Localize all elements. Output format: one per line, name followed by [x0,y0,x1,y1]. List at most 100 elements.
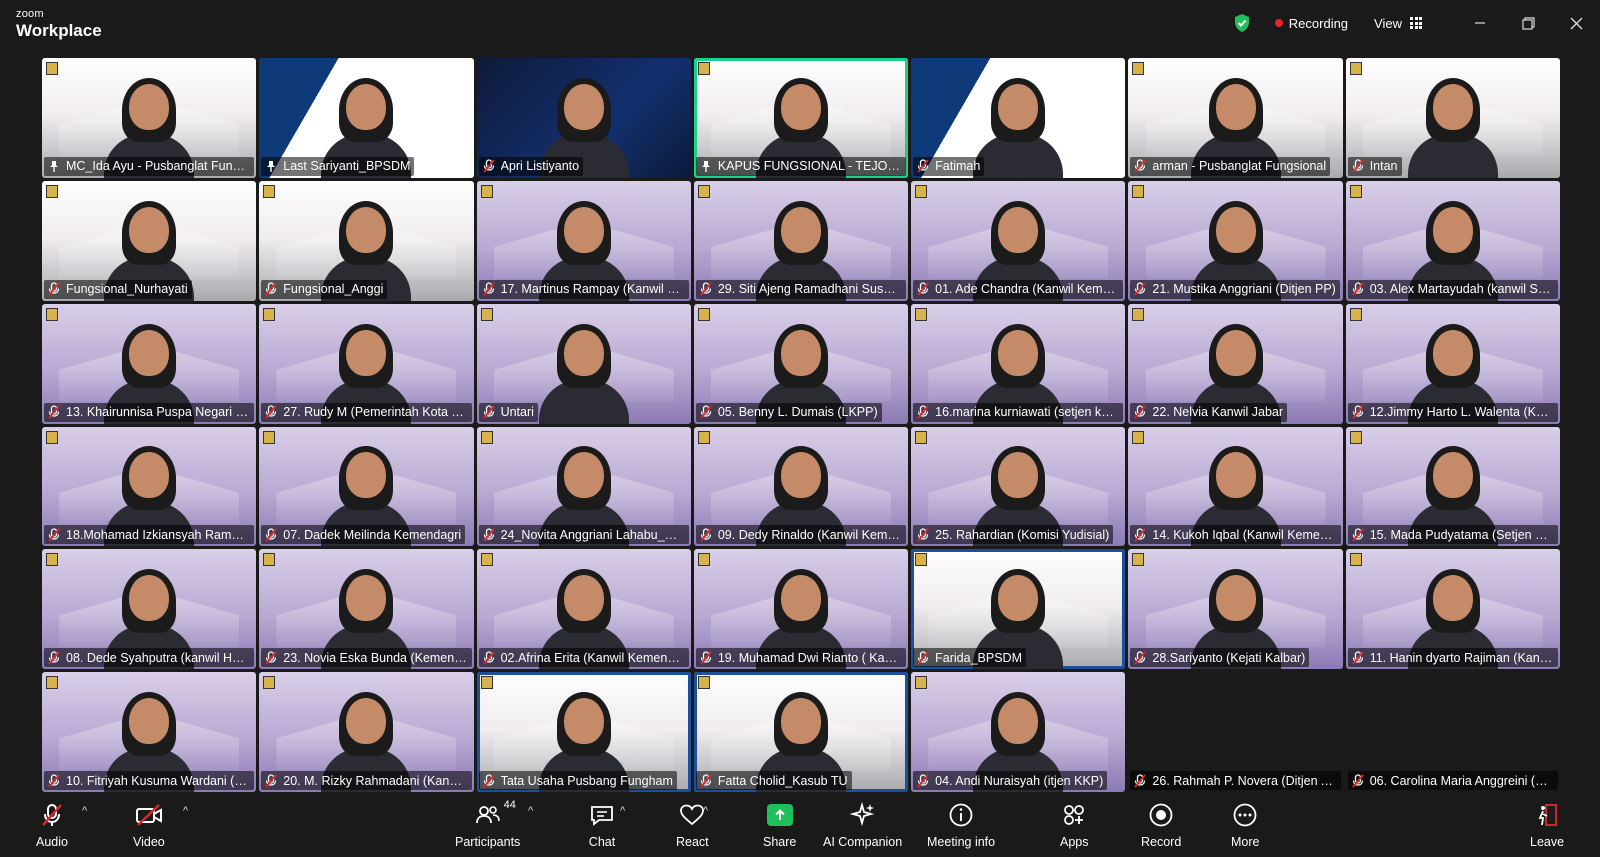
bpsdm-logo [46,307,58,321]
video-button[interactable]: Video [133,801,165,855]
participant-tile[interactable]: KAPUS FUNGSIONAL - TEJO HARWANTO [693,58,909,178]
participant-tile[interactable]: 22. Nelvia Kanwil Jabar [1128,303,1343,424]
participant-tile[interactable]: 14. Kukoh Iqbal (Kanwil Kemenkumham) [1128,426,1343,547]
bpsdm-logo [1132,307,1145,321]
participant-tile[interactable]: 03. Alex Martayudah (kanwil Sumsel) [1345,180,1560,301]
mic-muted-icon [1352,282,1364,296]
participant-tile[interactable]: 07. Dadek Meilinda Kemendagri [259,426,474,547]
participant-tile[interactable]: Fungsional_Nurhayati [42,180,257,301]
participant-tile[interactable]: 12.Jimmy Harto L. Walenta (Kanwil) [1345,303,1560,424]
participant-tile[interactable]: 26. Rahmah P. Novera (Ditjen AHU) [1128,672,1343,792]
bpsdm-logo [697,553,710,567]
bpsdm-logo [915,430,928,444]
participant-tile[interactable]: 17. Martinus Rampay (Kanwil Kemenkumham) [476,180,691,301]
bpsdm-logo [1349,184,1362,198]
close-icon[interactable] [1552,0,1600,46]
participant-tile[interactable]: 20. M. Rizky Rahmadani (Kanwil) [259,672,474,792]
ai-companion-button[interactable]: AI Companion [823,801,902,855]
shield-check-icon[interactable] [1231,12,1253,34]
bpsdm-logo [697,184,710,198]
mic-muted-icon [1134,773,1147,788]
mic-muted-icon [48,651,60,665]
bpsdm-logo [480,553,493,567]
chat-options-caret-icon[interactable]: ^ [620,805,625,817]
participant-tile[interactable]: 13. Khairunnisa Puspa Negari (Kemenkumha… [42,303,257,424]
recording-label: Recording [1288,15,1349,31]
bpsdm-logo [263,676,276,690]
audio-label: Audio [36,835,68,849]
audio-options-caret-icon[interactable]: ^ [82,805,87,817]
participant-tile[interactable]: 08. Dede Syahputra (kanwil Hukum) [42,549,257,670]
bpsdm-logo [480,676,493,690]
participant-tile[interactable]: Last Sariyanti_BPSDM [259,58,474,178]
mic-muted-icon [1352,651,1364,665]
participant-tile[interactable]: Fungsional_Anggi [259,180,474,301]
participant-tile[interactable]: Tata Usaha Pusbang Fungham [476,672,691,792]
participant-tile[interactable]: Untari [476,303,691,424]
participant-name: 02.Afrina Erita (Kanwil KemenKumham) [500,650,685,665]
view-label: View [1374,15,1402,31]
participant-tile[interactable]: 15. Mada Pudyatama (Setjen Kemenkumham) [1345,426,1560,547]
participants-button[interactable]: 44 Participants [455,799,520,855]
react-options-caret-icon[interactable]: ^ [703,805,708,817]
participant-tile[interactable]: 19. Muhamad Dwi Rianto ( Kanwil) [693,549,909,670]
participant-tile[interactable]: 25. Rahardian (Komisi Yudisial) [911,426,1126,547]
share-button[interactable]: Share [763,801,796,855]
participant-tile[interactable]: 29. Siti Ajeng Ramadhani Susanti [693,180,909,301]
participant-name: Farida_BPSDM [935,650,1022,665]
participant-tile[interactable]: 18.Mohamad Izkiansyah Ramadhan [42,426,257,547]
participant-tile[interactable]: Intan [1345,58,1560,178]
apps-label: Apps [1060,835,1089,849]
participant-tile[interactable]: 04. Andi Nuraisyah (itjen KKP) [911,672,1126,792]
participant-name: 16.marina kurniawati (setjen kemenkumham… [935,405,1119,419]
record-button[interactable]: Record [1141,801,1181,855]
participant-name-bar: 28.Sariyanto (Kejati Kalbar) [1130,648,1310,668]
participant-name: 29. Siti Ajeng Ramadhani Susanti [717,282,903,297]
participant-tile[interactable]: 01. Ade Chandra (Kanwil Kemenkumham) [911,180,1126,301]
recording-indicator[interactable]: Recording [1274,15,1349,31]
participants-options-caret-icon[interactable]: ^ [528,805,533,817]
participant-tile[interactable]: Fatta Cholid_Kasub TU [693,672,909,792]
participant-name-bar: 22. Nelvia Kanwil Jabar [1130,402,1288,422]
participant-tile[interactable]: 16.marina kurniawati (setjen kemenkumham… [911,303,1126,424]
participant-tile[interactable]: 10. Fitriyah Kusuma Wardani (Kanwil) [42,672,257,792]
share-arrow-icon [766,804,793,826]
participant-tile[interactable]: arman - Pusbanglat Fungsional [1128,58,1343,178]
leave-button[interactable]: Leave [1530,801,1564,855]
grid-icon [1410,17,1422,29]
participant-tile[interactable]: 05. Benny L. Dumais (LKPP) [693,303,909,424]
minimize-icon[interactable] [1456,0,1504,46]
video-options-caret-icon[interactable]: ^ [183,805,188,817]
chat-button[interactable]: Chat [588,801,616,855]
participant-tile[interactable]: 28.Sariyanto (Kejati Kalbar) [1128,549,1343,670]
bpsdm-logo [480,184,493,198]
meeting-info-button[interactable]: Meeting info [927,801,995,855]
audio-button[interactable]: Audio [36,801,68,855]
participant-tile[interactable]: 11. Hanin dyarto Rajiman (Kanwil) [1345,549,1560,670]
participant-tile[interactable]: 06. Carolina Maria Anggreini (LKPP) [1345,672,1560,792]
participant-tile[interactable]: 24_Novita Anggriani Lahabu_Kemenkumham [476,426,691,547]
view-button[interactable]: View [1374,16,1422,31]
participant-tile[interactable]: Fatimah [911,58,1126,178]
bpsdm-logo [46,676,58,690]
more-label: More [1231,835,1260,849]
participant-tile[interactable]: Apri Listiyanto [476,58,691,178]
participant-video [973,77,1064,178]
participant-tile[interactable]: MC_Ida Ayu - Pusbanglat Fungsional [42,58,257,178]
restore-icon[interactable] [1504,0,1552,46]
participant-tile[interactable]: Farida_BPSDM [911,549,1126,670]
participant-name-bar: 29. Siti Ajeng Ramadhani Susanti [695,279,907,299]
participant-tile[interactable]: 21. Mustika Anggriani (Ditjen PP) [1128,180,1343,301]
apps-icon [1060,801,1088,829]
participant-tile[interactable]: 27. Rudy M (Pemerintah Kota Tarakan) [259,303,474,424]
more-button[interactable]: More [1231,801,1259,855]
participant-tile[interactable]: 02.Afrina Erita (Kanwil KemenKumham) [476,549,691,670]
participant-tile[interactable]: 09. Dedy Rinaldo (Kanwil Kemenkumham) [693,426,909,547]
share-icon-wrap [766,801,794,829]
participant-tile[interactable]: 23. Novia Eska Bunda (Kementerian) [259,549,474,670]
participant-name: Tata Usaha Pusbang Fungham [500,773,673,788]
mic-muted-icon [1352,773,1364,788]
participant-name: arman - Pusbanglat Fungsional [1152,159,1327,174]
apps-button[interactable]: Apps [1060,801,1089,855]
participant-name-bar: 26. Rahmah P. Novera (Ditjen AHU) [1130,771,1341,790]
